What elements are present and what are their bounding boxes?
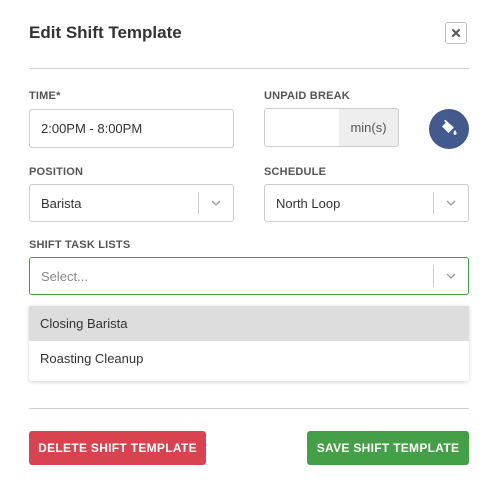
unpaid-break-label: UNPAID BREAK — [264, 90, 350, 102]
unpaid-break-unit: min(s) — [339, 108, 399, 147]
position-label: POSITION — [29, 166, 84, 178]
paint-bucket-icon — [442, 119, 457, 135]
schedule-value: North Loop — [276, 195, 341, 211]
time-value: 2:00PM - 8:00PM — [41, 121, 143, 136]
close-icon — [452, 29, 460, 37]
time-input[interactable]: 2:00PM - 8:00PM — [29, 109, 234, 148]
option-closing-barista[interactable]: Closing Barista — [29, 306, 469, 341]
color-picker-button[interactable] — [429, 109, 469, 149]
delete-shift-template-button[interactable]: DELETE SHIFT TEMPLATE — [29, 431, 206, 465]
shift-task-lists-select[interactable]: Select... — [29, 257, 469, 295]
position-select[interactable]: Barista — [29, 184, 234, 222]
chevron-down-icon[interactable] — [210, 197, 222, 209]
chevron-down-icon[interactable] — [445, 270, 457, 282]
time-label: TIME* — [29, 90, 61, 102]
shift-task-lists-label: SHIFT TASK LISTS — [29, 239, 131, 251]
close-button[interactable] — [445, 22, 467, 44]
select-separator — [433, 265, 434, 287]
save-shift-template-button[interactable]: SAVE SHIFT TEMPLATE — [307, 431, 469, 465]
shift-task-lists-menu: Closing Barista Roasting Cleanup — [29, 306, 469, 381]
header-divider — [29, 68, 469, 69]
option-roasting-cleanup[interactable]: Roasting Cleanup — [29, 341, 469, 376]
select-separator — [198, 192, 199, 214]
select-separator — [433, 192, 434, 214]
unpaid-break-input[interactable] — [264, 108, 340, 147]
modal-title: Edit Shift Template — [29, 23, 182, 42]
shift-task-lists-placeholder: Select... — [41, 268, 88, 284]
chevron-down-icon[interactable] — [445, 197, 457, 209]
footer-divider — [29, 408, 469, 409]
schedule-label: SCHEDULE — [264, 166, 327, 178]
position-value: Barista — [41, 195, 82, 211]
schedule-select[interactable]: North Loop — [264, 184, 469, 222]
